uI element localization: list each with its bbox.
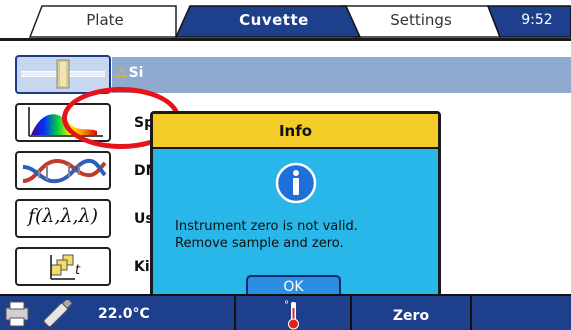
user-function-icon: f(λ,λ,λ) bbox=[27, 205, 99, 227]
app-label-kinetics[interactable]: Ki bbox=[134, 259, 150, 275]
tab-bar: Plate Cuvette Settings 9:52 bbox=[0, 0, 571, 38]
thermostat-button[interactable]: ° bbox=[236, 296, 350, 330]
status-icons bbox=[5, 300, 73, 328]
info-icon bbox=[275, 162, 317, 204]
app-button-user-function[interactable]: f(λ,λ,λ) bbox=[15, 199, 111, 238]
tab-plate[interactable]: Plate bbox=[40, 8, 170, 32]
zero-button[interactable]: Zero bbox=[352, 296, 470, 330]
dialog-title: Info bbox=[153, 114, 438, 149]
usb-stick-icon bbox=[43, 300, 73, 328]
status-bar: 22.0°C ° Zero bbox=[0, 294, 571, 330]
dialog-message-line-1: Instrument zero is not valid. bbox=[175, 219, 358, 234]
status-bar-blank-slot bbox=[472, 296, 571, 330]
selected-row-highlight bbox=[112, 57, 571, 93]
tab-cuvette[interactable]: Cuvette bbox=[196, 8, 352, 32]
thermometer-icon: ° bbox=[284, 300, 299, 330]
warning-icon: ⚠ bbox=[115, 65, 128, 81]
printer-icon bbox=[5, 301, 29, 327]
app-label-simple[interactable]: ⚠Si bbox=[115, 65, 143, 81]
dna-icon bbox=[22, 158, 107, 184]
app-button-dna[interactable] bbox=[15, 151, 111, 190]
cuvette-beam-icon bbox=[21, 59, 105, 89]
dialog-message-line-2: Remove sample and zero. bbox=[175, 236, 344, 251]
tab-settings[interactable]: Settings bbox=[356, 8, 486, 32]
cuvette-app-list: ⚠Si Sp DN f(λ,λ,λ) Us t Ki Info Instrume… bbox=[0, 38, 571, 317]
clock: 9:52 bbox=[521, 12, 553, 28]
kinetics-icon bbox=[50, 254, 75, 280]
temperature-readout: 22.0°C bbox=[98, 306, 150, 322]
info-dialog: Info Instrument zero is not valid. Remov… bbox=[150, 111, 441, 317]
svg-text:°: ° bbox=[284, 300, 289, 311]
app-button-simple[interactable] bbox=[15, 55, 111, 94]
app-button-kinetics[interactable]: t bbox=[15, 247, 111, 286]
kinetics-t-label: t bbox=[75, 263, 81, 278]
